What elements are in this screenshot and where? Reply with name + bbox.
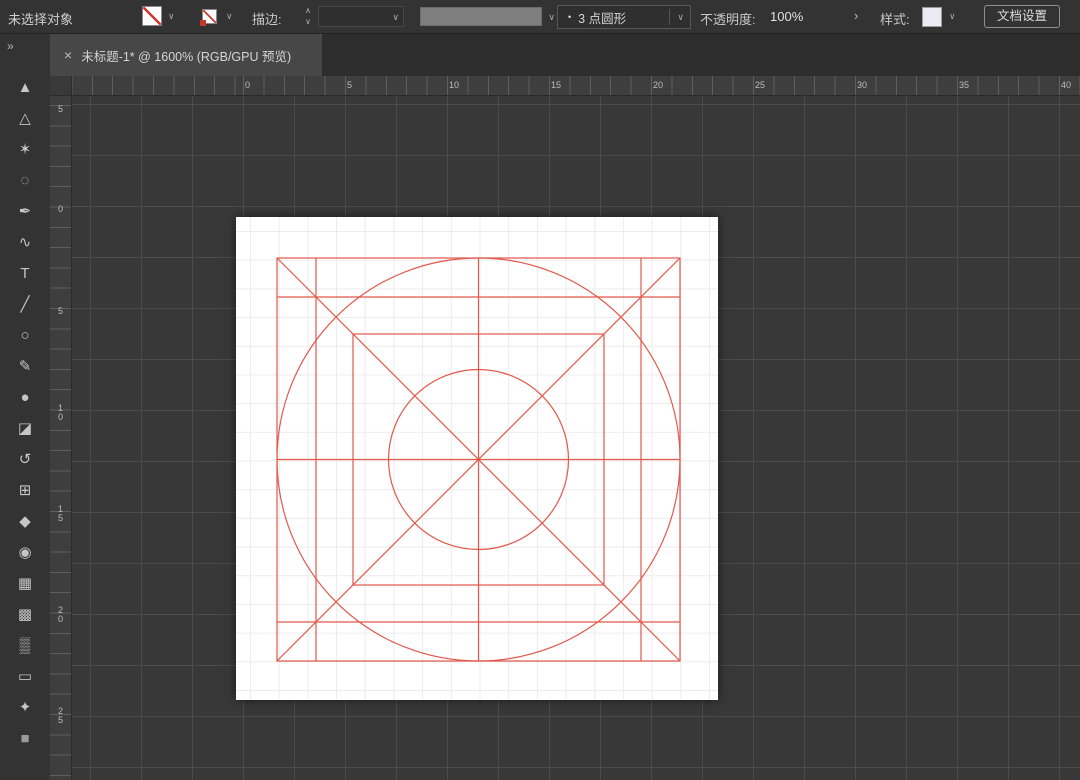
gradient-tool[interactable]: ▒ bbox=[5, 637, 45, 655]
ruler-label: 20 bbox=[56, 606, 65, 624]
ellipse-tool[interactable]: ○ bbox=[5, 327, 45, 345]
style-label: 样式: bbox=[880, 9, 910, 28]
chevron-down-icon[interactable]: ∨ bbox=[548, 12, 555, 23]
magic-wand-tool[interactable]: ✶ bbox=[5, 141, 45, 159]
type-tool[interactable]: T bbox=[5, 265, 45, 283]
horizontal-ruler[interactable]: 0 5 10 15 20 25 30 35 40 bbox=[72, 76, 1080, 96]
fill-stroke-indicator[interactable]: ■ bbox=[5, 730, 45, 748]
chevron-down-icon[interactable]: ∨ bbox=[949, 11, 956, 22]
width-tool[interactable]: ◆ bbox=[5, 513, 45, 531]
selection-tool[interactable]: ▲ bbox=[5, 79, 45, 97]
paintbrush-tool[interactable]: ✎ bbox=[5, 358, 45, 376]
ruler-label: 15 bbox=[551, 80, 561, 90]
line-segment-tool[interactable]: ╱ bbox=[5, 296, 45, 314]
chevron-down-icon[interactable]: ∨ bbox=[226, 11, 233, 22]
ruler-label: 0 bbox=[245, 80, 250, 90]
pen-tool[interactable]: ✒ bbox=[5, 203, 45, 221]
ruler-label: 20 bbox=[653, 80, 663, 90]
ruler-label: 35 bbox=[959, 80, 969, 90]
ruler-label: 40 bbox=[1061, 80, 1071, 90]
stroke-weight-stepper[interactable]: ∧∨ bbox=[302, 5, 314, 27]
chevron-down-icon[interactable]: ∨ bbox=[168, 11, 175, 22]
ruler-label: 0 bbox=[56, 205, 65, 214]
brush-preview-dot: • bbox=[568, 12, 571, 22]
ruler-label: 15 bbox=[56, 505, 65, 523]
panel-expand-icon[interactable]: » bbox=[0, 34, 50, 53]
ruler-label: 5 bbox=[347, 80, 352, 90]
keyline-grid-artwork bbox=[236, 217, 718, 700]
blob-brush-tool[interactable]: ● bbox=[5, 389, 45, 407]
canvas-pasteboard[interactable] bbox=[72, 96, 1080, 780]
close-tab-icon[interactable]: × bbox=[64, 47, 72, 63]
spinner-up-icon[interactable]: ∧ bbox=[305, 6, 311, 15]
stroke-weight-dropdown[interactable]: ∨ bbox=[318, 6, 404, 27]
direct-selection-tool[interactable]: △ bbox=[5, 110, 45, 128]
brush-name: 3 点圆形 bbox=[578, 8, 626, 27]
brush-definition-dropdown[interactable]: • 3 点圆形 ∨ bbox=[557, 5, 691, 29]
ruler-label: 25 bbox=[755, 80, 765, 90]
spinner-down-icon[interactable]: ∨ bbox=[305, 17, 311, 26]
opacity-value[interactable]: 100% bbox=[770, 9, 803, 24]
tools-panel: » ▲ △ ✶ ◌ ✒ ∿ T ╱ ○ ✎ ● ◪ ↺ ⊞ ◆ ◉ ▦ ▩ ▒ … bbox=[0, 34, 50, 780]
ruler-label: 10 bbox=[449, 80, 459, 90]
chevron-down-icon[interactable]: ∨ bbox=[392, 12, 399, 23]
ruler-label: 5 bbox=[56, 307, 65, 316]
fill-color-swatch[interactable] bbox=[142, 6, 162, 26]
illustrator-window: 未选择对象 ∨ ∨ 描边: ∧∨ ∨ ∨ • 3 点圆形 ∨ 不透明度: 100… bbox=[0, 0, 1080, 780]
rotate-tool[interactable]: ↺ bbox=[5, 451, 45, 469]
stroke-weight-label: 描边: bbox=[252, 9, 282, 28]
artboard-tool[interactable]: ▭ bbox=[5, 668, 45, 686]
perspective-grid-tool[interactable]: ▦ bbox=[5, 575, 45, 593]
stroke-color-swatch[interactable] bbox=[202, 9, 217, 24]
control-bar: 未选择对象 ∨ ∨ 描边: ∧∨ ∨ ∨ • 3 点圆形 ∨ 不透明度: 100… bbox=[0, 0, 1080, 34]
mesh-tool[interactable]: ▩ bbox=[5, 606, 45, 624]
lasso-tool[interactable]: ◌ bbox=[5, 172, 45, 190]
width-profile-dropdown[interactable]: ∨ bbox=[420, 7, 542, 26]
document-setup-button[interactable]: 文档设置 bbox=[984, 5, 1060, 28]
ruler-corner bbox=[50, 76, 72, 96]
ruler-label: 5 bbox=[56, 105, 65, 114]
artboard[interactable] bbox=[236, 217, 718, 700]
selection-status: 未选择对象 bbox=[8, 9, 73, 28]
ruler-label: 10 bbox=[56, 404, 65, 422]
ruler-label: 25 bbox=[56, 707, 65, 725]
opacity-label: 不透明度: bbox=[700, 9, 756, 28]
curvature-tool[interactable]: ∿ bbox=[5, 234, 45, 252]
shape-builder-tool[interactable]: ◉ bbox=[5, 544, 45, 562]
chevron-down-icon[interactable]: ∨ bbox=[670, 12, 684, 23]
document-tab-bar: × 未标题-1* @ 1600% (RGB/GPU 预览) bbox=[50, 34, 1080, 76]
keyline-strokes bbox=[277, 258, 680, 661]
tool-list: ▲ △ ✶ ◌ ✒ ∿ T ╱ ○ ✎ ● ◪ ↺ ⊞ ◆ ◉ ▦ ▩ ▒ ▭ … bbox=[0, 79, 50, 748]
style-swatch[interactable] bbox=[922, 7, 942, 27]
vertical-ruler[interactable]: 5 0 5 10 15 20 25 bbox=[50, 96, 72, 780]
eraser-tool[interactable]: ◪ bbox=[5, 420, 45, 438]
ruler-label: 30 bbox=[857, 80, 867, 90]
more-options-arrow-icon[interactable]: › bbox=[854, 8, 858, 23]
eyedropper-tool[interactable]: ✦ bbox=[5, 699, 45, 717]
free-transform-tool[interactable]: ⊞ bbox=[5, 482, 45, 500]
document-tab-title: 未标题-1* @ 1600% (RGB/GPU 预览) bbox=[81, 46, 291, 65]
document-tab[interactable]: × 未标题-1* @ 1600% (RGB/GPU 预览) bbox=[50, 34, 322, 76]
